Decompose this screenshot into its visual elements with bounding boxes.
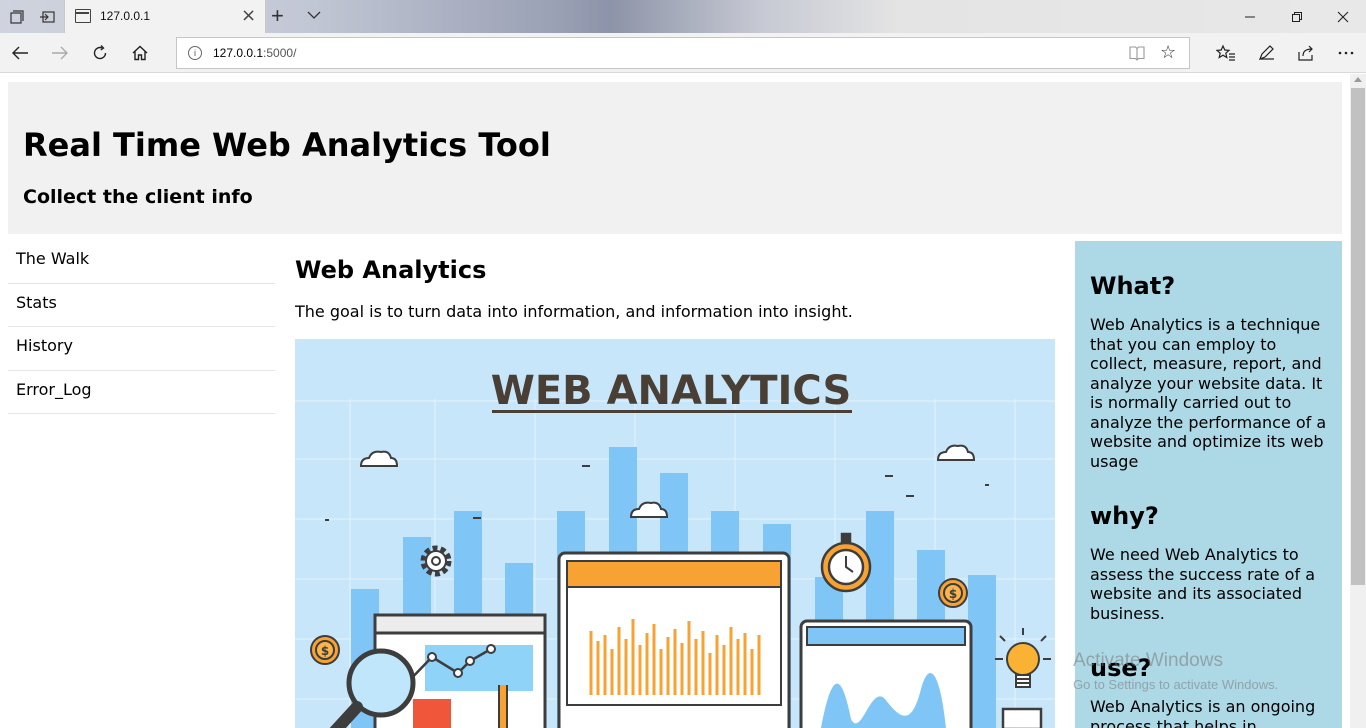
tab-close-icon[interactable]: ×	[241, 6, 256, 26]
refresh-icon[interactable]	[88, 41, 112, 65]
share-icon[interactable]	[1294, 41, 1318, 65]
illustration-title: WEB ANALYTICS	[491, 368, 852, 414]
minimize-icon[interactable]	[1227, 0, 1273, 33]
why-text: We need Web Analytics to assess the succ…	[1090, 545, 1315, 623]
browser-nav-bar: i 127.0.0.1:5000/ ☆	[0, 33, 1366, 73]
web-analytics-illustration: WEB ANALYTICS $ $	[295, 339, 1055, 728]
more-settings-icon[interactable]	[1334, 41, 1358, 65]
favorite-star-icon[interactable]: ☆	[1160, 43, 1176, 63]
menu-item-error-log[interactable]: Error_Log	[8, 371, 275, 415]
what-text: Web Analytics is a technique that you ca…	[1090, 315, 1327, 471]
what-heading: What?	[1090, 272, 1176, 300]
close-window-icon[interactable]	[1320, 0, 1366, 33]
side-menu: The Walk Stats History Error_Log	[8, 240, 275, 415]
new-tab-icon[interactable]: +	[271, 3, 284, 29]
menu-item-history[interactable]: History	[8, 327, 275, 371]
url-path: :5000/	[263, 46, 297, 60]
activate-windows-subtext: Go to Settings to activate Windows.	[1073, 677, 1279, 692]
menu-item-the-walk[interactable]: The Walk	[8, 240, 275, 284]
forward-icon[interactable]	[48, 41, 72, 65]
reading-view-icon[interactable]	[1129, 45, 1145, 61]
page-title: Real Time Web Analytics Tool	[23, 126, 551, 164]
tab-active[interactable]: 127.0.0.1 ×	[64, 0, 266, 33]
main-intro: The goal is to turn data into informatio…	[295, 302, 853, 321]
page-scrollbar[interactable]	[1350, 74, 1366, 728]
scrollbar-thumb[interactable]	[1351, 88, 1365, 585]
set-tabs-aside-icon[interactable]	[32, 0, 62, 33]
page-header: Real Time Web Analytics Tool Collect the…	[8, 82, 1342, 234]
home-icon[interactable]	[128, 41, 152, 65]
tab-title: 127.0.0.1	[100, 9, 151, 23]
svg-text:$: $	[949, 587, 957, 601]
svg-text:$: $	[321, 644, 329, 658]
back-icon[interactable]	[8, 41, 32, 65]
url-text: 127.0.0.1:5000/	[213, 46, 296, 60]
main-content: Web Analytics The goal is to turn data i…	[295, 240, 1055, 728]
page-icon	[75, 9, 91, 23]
tab-manager-icon[interactable]	[2, 0, 32, 33]
tab-preview-chevron-icon[interactable]	[305, 6, 323, 24]
menu-item-stats[interactable]: Stats	[8, 284, 275, 328]
why-heading: why?	[1090, 502, 1159, 530]
main-heading: Web Analytics	[295, 256, 487, 284]
site-info-icon[interactable]: i	[188, 46, 202, 60]
url-host: 127.0.0.1	[213, 46, 264, 60]
web-note-pen-icon[interactable]	[1254, 41, 1278, 65]
browser-tab-bar: 127.0.0.1 × +	[0, 0, 1366, 33]
page-subtitle: Collect the client info	[23, 186, 253, 208]
favorites-hub-icon[interactable]	[1214, 41, 1238, 65]
web-page: Real Time Web Analytics Tool Collect the…	[0, 74, 1350, 728]
activate-windows-watermark: Activate Windows	[1073, 650, 1223, 671]
scroll-up-arrow-icon[interactable]	[1354, 77, 1362, 82]
use-text: Web Analytics is an ongoing process that…	[1090, 697, 1316, 728]
restore-icon[interactable]	[1274, 0, 1320, 33]
address-bar[interactable]: i 127.0.0.1:5000/ ☆	[176, 37, 1190, 69]
